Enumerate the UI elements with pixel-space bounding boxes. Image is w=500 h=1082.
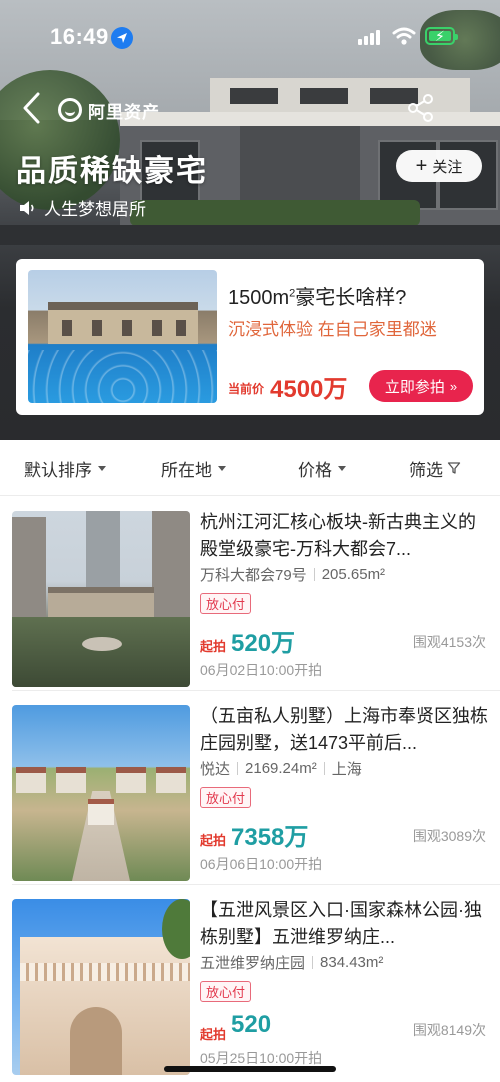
safe-pay-badge: 放心付	[200, 593, 252, 614]
listing-meta: 五泄维罗纳庄园 834.43m²	[200, 952, 383, 973]
meta-separator	[312, 956, 314, 969]
funnel-icon	[447, 462, 461, 474]
status-time: 16:49	[50, 24, 109, 49]
meta-separator	[323, 762, 325, 775]
view-count: 围观8149次	[412, 1022, 486, 1038]
listing-item[interactable]: （五亩私人别墅）上海市奉贤区独栋庄园别墅，送1473平前后... 悦达 2169…	[0, 691, 500, 885]
promo-mansion-image	[28, 270, 217, 403]
starting-price-label: 起拍	[200, 833, 227, 848]
alibaba-assets-logo: 阿里资产	[58, 98, 160, 122]
starting-price-label: 起拍	[200, 639, 227, 654]
meta-separator	[313, 568, 315, 581]
listing-city: 上海	[331, 761, 362, 778]
promo-description: 沉浸式体验 在自己家里都迷	[228, 320, 437, 339]
listing-title: （五亩私人别墅）上海市奉贤区独栋庄园别墅，送1473平前后...	[200, 706, 488, 753]
meta-separator	[237, 762, 239, 775]
wifi-icon	[392, 27, 416, 45]
starting-price-label: 起拍	[200, 1027, 227, 1042]
back-icon[interactable]	[18, 90, 46, 126]
auction-start-time: 06月06日10:00开拍	[200, 856, 323, 872]
starting-price: 7358万	[231, 824, 309, 851]
subtitle-text: 人生梦想居所	[44, 200, 146, 219]
cellular-signal-icon	[358, 29, 384, 45]
safe-pay-badge: 放心付	[200, 981, 252, 1002]
battery-charging-icon: ⚡	[425, 27, 458, 45]
location-arrow-icon	[111, 27, 133, 49]
hero-ground	[0, 225, 500, 245]
listing-item[interactable]: 【五泄风景区入口·国家森林公园·独栋别墅】五泄维罗纳庄... 五泄维罗纳庄园 8…	[0, 885, 500, 1079]
caret-down-icon	[218, 465, 226, 471]
filter-sort[interactable]: 默认排序	[24, 440, 106, 496]
filter-sort-label: 默认排序	[24, 460, 92, 480]
filter-price-label: 价格	[298, 460, 332, 480]
plus-icon: +	[415, 155, 428, 177]
alibaba-logo-icon	[58, 98, 82, 122]
listing-area: 205.65m²	[321, 566, 386, 583]
promo-price-label: 当前价	[228, 382, 265, 396]
view-count: 围观4153次	[412, 634, 486, 650]
listing-meta: 悦达 2169.24m² 上海	[200, 758, 362, 779]
starting-price: 520	[231, 1011, 272, 1038]
home-indicator[interactable]	[164, 1066, 336, 1072]
status-bar: 16:49 ⚡	[0, 0, 500, 72]
auction-start-time: 05月25日10:00开拍	[200, 1050, 323, 1066]
promo-title: 1500m2豪宅长啥样?	[228, 287, 407, 309]
view-count: 围观3089次	[412, 828, 486, 844]
starting-price: 520万	[231, 630, 296, 657]
follow-label: 关注	[432, 158, 463, 176]
follow-button[interactable]: + 关注	[396, 150, 482, 182]
filter-more-label: 筛选	[409, 460, 443, 480]
listing-image	[12, 511, 190, 687]
promo-price: 4500万	[270, 376, 348, 403]
listing-community: 五泄维罗纳庄园	[200, 955, 306, 972]
listing-item[interactable]: 杭州江河汇核心板块-新古典主义的殿堂级豪宅-万科大都会7... 万科大都会79号…	[0, 497, 500, 691]
filter-location[interactable]: 所在地	[161, 440, 226, 496]
listing-title: 杭州江河汇核心板块-新古典主义的殿堂级豪宅-万科大都会7...	[200, 512, 476, 559]
filter-location-label: 所在地	[161, 460, 212, 480]
listing-image	[12, 899, 190, 1075]
speaker-icon	[20, 200, 34, 215]
filter-bar: 默认排序 所在地 价格 筛选	[0, 440, 500, 496]
double-chevron-icon: »	[449, 378, 458, 394]
page-title: 品质稀缺豪宅	[16, 155, 208, 188]
filter-price[interactable]: 价格	[298, 440, 346, 496]
logo-text: 阿里资产	[88, 102, 160, 122]
safe-pay-badge: 放心付	[200, 787, 252, 808]
promo-banner-card[interactable]: 1500m2豪宅长啥样? 沉浸式体验 在自己家里都迷 当前价 4500万 立即参…	[16, 259, 484, 415]
listing-title: 【五泄风景区入口·国家森林公园·独栋别墅】五泄维罗纳庄...	[200, 900, 482, 947]
page-subtitle: 人生梦想居所	[18, 195, 146, 220]
listing-area: 834.43m²	[320, 954, 384, 971]
join-auction-label: 立即参拍	[384, 378, 445, 396]
hero-hedge	[130, 200, 420, 226]
filter-more[interactable]: 筛选	[409, 440, 461, 496]
listing-community: 万科大都会79号	[200, 567, 307, 584]
listing-area: 2169.24m²	[245, 760, 317, 777]
auction-start-time: 06月02日10:00开拍	[200, 662, 323, 678]
listing-meta: 万科大都会79号 205.65m²	[200, 564, 385, 585]
join-auction-button[interactable]: 立即参拍 »	[369, 370, 473, 402]
listing-image	[12, 705, 190, 881]
caret-down-icon	[338, 465, 346, 471]
caret-down-icon	[98, 465, 106, 471]
share-icon[interactable]	[406, 93, 436, 123]
listing-community: 悦达	[200, 761, 231, 778]
